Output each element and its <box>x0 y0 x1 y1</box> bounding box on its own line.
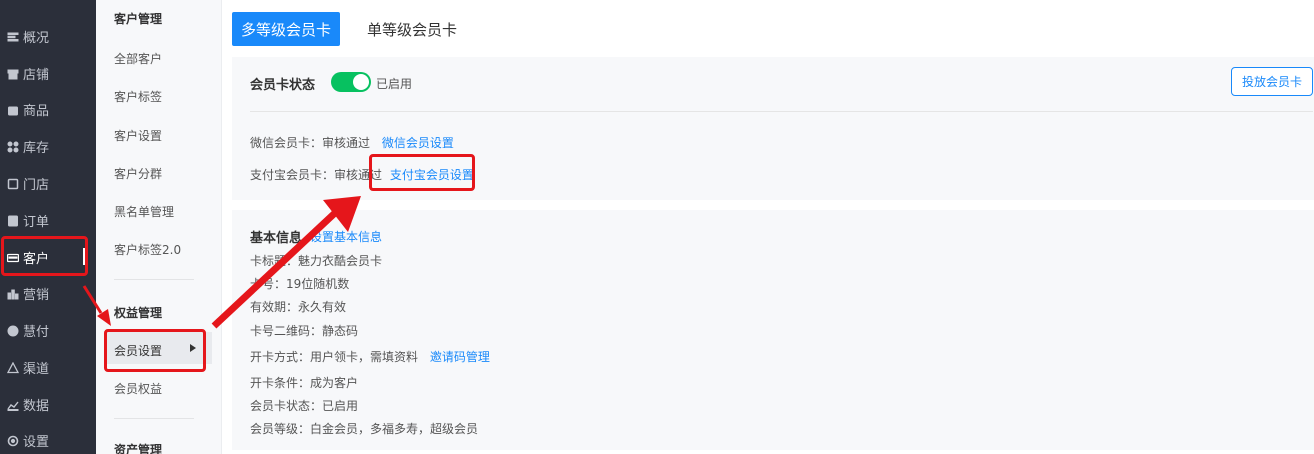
nav-item-channel[interactable]: 渠道 <box>0 349 96 386</box>
sub-group-title: 资产管理 <box>114 443 163 454</box>
info-row-card-status: 会员卡状态：已启用 <box>250 399 359 413</box>
main-nav: 概况 店铺 商品 库存 门店 订单 客户 营销 慧付 渠道 数据 设置 <box>0 0 96 454</box>
sub-group-title: 权益管理 <box>114 306 163 320</box>
sub-group-title: 客户管理 <box>114 12 163 26</box>
nav-label: 设置 <box>23 435 50 450</box>
info-row-member-levels: 会员等级：白金会员，多福多寿，超级会员 <box>250 422 479 436</box>
sub-item-blacklist[interactable]: 黑名单管理 <box>114 203 174 220</box>
info-row-card-title: 卡标题：魅力衣酷会员卡 <box>250 254 383 268</box>
warning-icon <box>6 361 19 374</box>
gear-icon <box>6 434 19 447</box>
info-row-qrcode: 卡号二维码：静态码 <box>250 324 359 338</box>
menu-lines-icon <box>6 30 19 43</box>
nav-item-overview[interactable]: 概况 <box>0 18 96 55</box>
info-row-open-method: 开卡方式：用户领卡，需填资料 邀请码管理 <box>250 348 490 365</box>
line-chart-icon <box>6 398 19 411</box>
annotation-highlight-alipay-settings <box>369 154 475 191</box>
store-icon <box>6 177 19 190</box>
nav-label: 慧付 <box>23 325 50 340</box>
nav-item-data[interactable]: 数据 <box>0 386 96 423</box>
open-method-text: 开卡方式：用户领卡，需填资料 <box>250 350 419 364</box>
nav-label: 营销 <box>23 288 50 303</box>
shop-icon <box>6 67 19 80</box>
basic-info-title: 基本信息 <box>250 231 303 246</box>
nav-label: 数据 <box>23 399 50 414</box>
card-status-switch[interactable] <box>331 72 371 92</box>
nav-label: 订单 <box>23 215 50 230</box>
sub-item-customer-settings[interactable]: 客户设置 <box>114 127 162 144</box>
sub-menu: 客户管理 全部客户 客户标签 客户设置 客户分群 黑名单管理 客户标签2.0 权… <box>96 0 222 454</box>
info-row-validity: 有效期：永久有效 <box>250 300 347 314</box>
deliver-card-button[interactable]: 投放会员卡 <box>1231 67 1313 96</box>
nav-item-marketing[interactable]: 营销 <box>0 275 96 312</box>
nav-item-store[interactable]: 门店 <box>0 165 96 202</box>
sub-item-all-customers[interactable]: 全部客户 <box>114 50 162 67</box>
nav-item-settings[interactable]: 设置 <box>0 422 96 454</box>
edit-basic-info-link[interactable]: 设置基本信息 <box>310 228 382 245</box>
nav-item-shop[interactable]: 店铺 <box>0 55 96 92</box>
nav-label: 店铺 <box>23 68 50 83</box>
switch-status-text: 已启用 <box>376 77 413 91</box>
tab-multi-level-card[interactable]: 多等级会员卡 <box>232 12 340 46</box>
nav-label: 渠道 <box>23 362 50 377</box>
nav-label: 商品 <box>23 104 50 119</box>
alipay-card-status: 支付宝会员卡：审核通过 <box>250 168 383 182</box>
sub-item-member-rights[interactable]: 会员权益 <box>114 380 162 397</box>
sub-item-customer-groups[interactable]: 客户分群 <box>114 165 162 182</box>
nav-label: 库存 <box>23 141 50 156</box>
switch-knob <box>353 74 369 90</box>
wechat-card-status: 微信会员卡：审核通过 <box>250 136 371 150</box>
grid-dots-icon <box>6 140 19 153</box>
coin-icon <box>6 324 19 337</box>
info-row-open-condition: 开卡条件：成为客户 <box>250 376 359 390</box>
nav-item-inventory[interactable]: 库存 <box>0 128 96 165</box>
annotation-highlight-customer <box>1 236 88 276</box>
sub-item-customer-tags-2[interactable]: 客户标签2.0 <box>114 241 181 258</box>
wechat-card-row: 微信会员卡：审核通过 微信会员设置 <box>250 134 454 151</box>
nav-item-goods[interactable]: 商品 <box>0 91 96 128</box>
tab-single-level-card[interactable]: 单等级会员卡 <box>354 12 470 46</box>
info-row-card-number: 卡号：19位随机数 <box>250 277 350 291</box>
wechat-settings-link[interactable]: 微信会员设置 <box>382 136 454 150</box>
nav-item-pay[interactable]: 慧付 <box>0 312 96 349</box>
basic-info-panel <box>232 210 1314 450</box>
divider <box>250 111 1313 112</box>
bag-icon <box>6 103 19 116</box>
annotation-highlight-member-settings <box>104 329 206 372</box>
nav-label: 门店 <box>23 178 50 193</box>
document-icon <box>6 214 19 227</box>
nav-item-orders[interactable]: 订单 <box>0 202 96 239</box>
card-status-label: 会员卡状态 <box>250 78 316 93</box>
sub-divider <box>114 279 194 280</box>
bar-chart-icon <box>6 287 19 300</box>
nav-label: 概况 <box>23 31 50 46</box>
invite-code-link[interactable]: 邀请码管理 <box>430 350 490 364</box>
sub-divider <box>114 418 194 419</box>
sub-item-customer-tags[interactable]: 客户标签 <box>114 88 162 105</box>
